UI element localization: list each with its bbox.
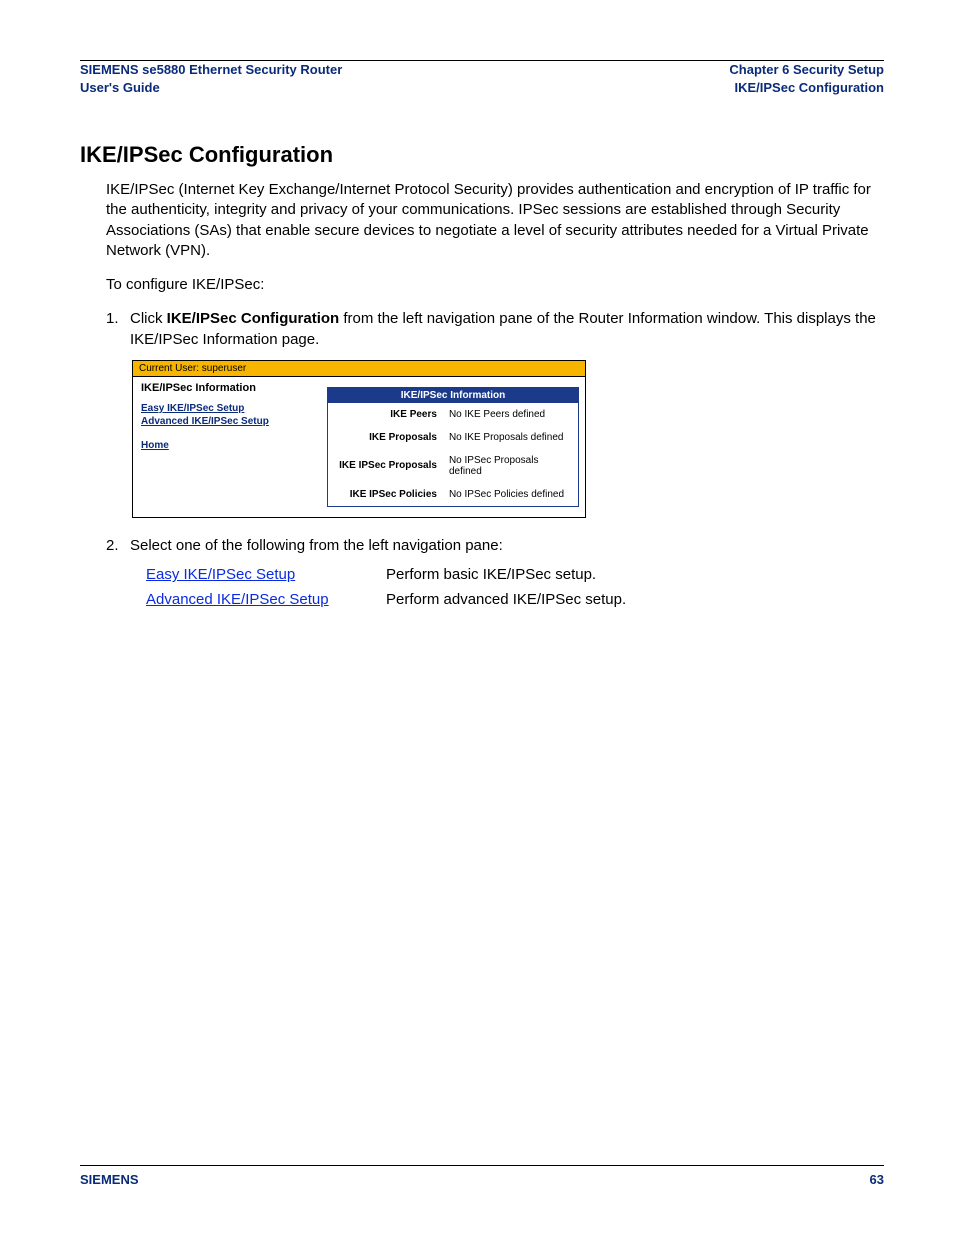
option-row: Easy IKE/IPSec Setup Perform basic IKE/I… — [146, 566, 884, 583]
step-1: 1. Click IKE/IPSec Configuration from th… — [106, 309, 884, 350]
footer-brand: SIEMENS — [80, 1172, 139, 1187]
step-2: 2. Select one of the following from the … — [106, 536, 884, 556]
header-section: IKE/IPSec Configuration — [729, 79, 884, 97]
step-2-number: 2. — [106, 536, 130, 556]
row-key: IKE Proposals — [328, 426, 443, 449]
nav-link-advanced[interactable]: Advanced IKE/IPSec Setup — [141, 415, 319, 429]
screenshot-nav-title: IKE/IPSec Information — [141, 382, 319, 394]
screenshot-nav: IKE/IPSec Information Easy IKE/IPSec Set… — [133, 377, 327, 517]
nav-link-home[interactable]: Home — [141, 439, 319, 453]
step-2-text: Select one of the following from the lef… — [130, 536, 884, 556]
page: SIEMENS se5880 Ethernet Security Router … — [0, 0, 954, 1235]
header-guide: User's Guide — [80, 79, 342, 97]
option-desc: Perform basic IKE/IPSec setup. — [386, 566, 884, 583]
header-product: SIEMENS se5880 Ethernet Security Router — [80, 61, 342, 79]
intro-paragraph: IKE/IPSec (Internet Key Exchange/Interne… — [106, 180, 884, 261]
option-link-advanced[interactable]: Advanced IKE/IPSec Setup — [146, 591, 329, 608]
row-value: No IPSec Proposals defined — [443, 449, 579, 483]
row-key: IKE IPSec Proposals — [328, 449, 443, 483]
step-1-text: Click IKE/IPSec Configuration from the l… — [130, 309, 884, 350]
footer-page-number: 63 — [870, 1172, 884, 1187]
table-row: IKE IPSec Proposals No IPSec Proposals d… — [328, 449, 579, 483]
screenshot-body: IKE/IPSec Information Easy IKE/IPSec Set… — [133, 377, 585, 517]
table-row: IKE Peers No IKE Peers defined — [328, 403, 579, 426]
row-value: No IKE Proposals defined — [443, 426, 579, 449]
info-table: IKE/IPSec Information IKE Peers No IKE P… — [327, 387, 579, 507]
steps-list: 1. Click IKE/IPSec Configuration from th… — [106, 309, 884, 350]
section-title: IKE/IPSec Configuration — [80, 142, 884, 168]
step-1-pre: Click — [130, 310, 167, 327]
lead-paragraph: To configure IKE/IPSec: — [106, 275, 884, 295]
table-row: IKE Proposals No IKE Proposals defined — [328, 426, 579, 449]
option-row: Advanced IKE/IPSec Setup Perform advance… — [146, 591, 884, 608]
info-table-title: IKE/IPSec Information — [328, 387, 579, 403]
current-user-bar: Current User: superuser — [133, 361, 585, 377]
embedded-screenshot: Current User: superuser IKE/IPSec Inform… — [132, 360, 586, 518]
step-1-bold: IKE/IPSec Configuration — [167, 310, 340, 327]
screenshot-table-wrap: IKE/IPSec Information IKE Peers No IKE P… — [327, 377, 585, 517]
nav-link-easy[interactable]: Easy IKE/IPSec Setup — [141, 402, 319, 416]
row-key: IKE Peers — [328, 403, 443, 426]
page-header: SIEMENS se5880 Ethernet Security Router … — [80, 61, 884, 102]
step-1-number: 1. — [106, 309, 130, 350]
row-value: No IPSec Policies defined — [443, 483, 579, 507]
steps-list-2: 2. Select one of the following from the … — [106, 536, 884, 556]
row-key: IKE IPSec Policies — [328, 483, 443, 507]
option-link-easy[interactable]: Easy IKE/IPSec Setup — [146, 566, 295, 583]
header-right: Chapter 6 Security Setup IKE/IPSec Confi… — [729, 61, 884, 96]
options-list: Easy IKE/IPSec Setup Perform basic IKE/I… — [146, 566, 884, 608]
page-footer: SIEMENS 63 — [80, 1165, 884, 1187]
table-row: IKE IPSec Policies No IPSec Policies def… — [328, 483, 579, 507]
header-left: SIEMENS se5880 Ethernet Security Router … — [80, 61, 342, 96]
header-chapter: Chapter 6 Security Setup — [729, 61, 884, 79]
row-value: No IKE Peers defined — [443, 403, 579, 426]
option-desc: Perform advanced IKE/IPSec setup. — [386, 591, 884, 608]
